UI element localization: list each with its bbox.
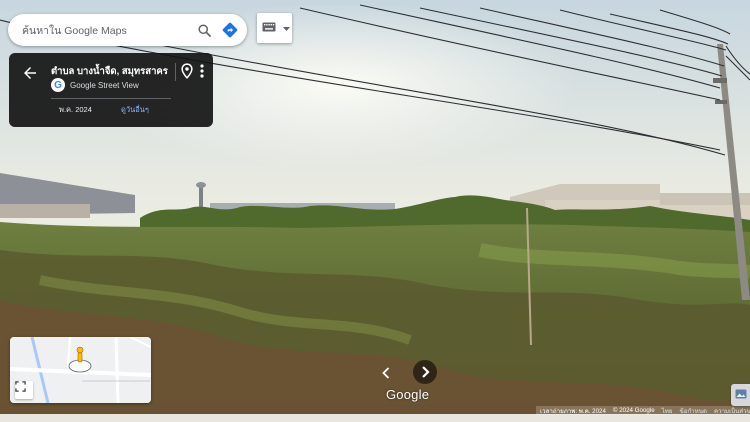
google-logo: Google [386,387,430,402]
chevron-down-icon[interactable] [283,19,290,37]
location-pin-icon[interactable] [180,63,194,79]
keyboard-icon [262,19,276,37]
see-other-dates-link[interactable]: ดูวันอื่นๆ [121,104,149,116]
street-view-source: G Google Street View [51,78,139,92]
google-g-icon: G [51,78,65,92]
keyboard-button[interactable] [257,13,292,43]
capture-date: พ.ค. 2024 [59,105,92,114]
search-input[interactable]: ค้นหาใน Google Maps [22,22,191,39]
directions-icon[interactable] [217,17,243,43]
water-tower [196,182,206,188]
more-vert-icon[interactable] [197,63,207,79]
chevron-left-icon[interactable] [378,362,394,384]
location-title: ตำบล บางน้ำจืด, สมุทรสาคร [51,66,168,77]
minimap[interactable] [10,337,151,403]
footer-capture-date: เวลาถ่ายภาพ: พ.ค. 2024 [540,407,606,415]
search-icon[interactable] [191,17,217,43]
image-icon [735,386,747,404]
attribution-footer: เวลาถ่ายภาพ: พ.ค. 2024 © 2024 Google ไทย… [536,406,750,415]
footer-privacy-link[interactable]: ความเป็นส่วน [714,406,750,415]
divider [175,63,176,81]
footer-copyright: © 2024 Google [612,407,655,414]
divider [51,98,171,99]
photo-thumbnail-button[interactable] [731,384,750,406]
arrow-back-icon[interactable] [21,64,39,82]
expand-icon[interactable] [15,381,33,399]
footer-terms-link[interactable]: ข้อกำหนด [679,406,707,415]
footer-language-link[interactable]: ไทย [662,406,673,415]
chevron-right-icon[interactable] [413,360,437,384]
search-box[interactable]: ค้นหาใน Google Maps [8,14,247,46]
street-view-info-card: ตำบล บางน้ำจืด, สมุทรสาคร G Google Stree… [9,53,213,127]
street-view-viewport[interactable]: ค้นหาใน Google Maps ตำบล บางน้ำจืด, สมุท… [0,0,750,422]
